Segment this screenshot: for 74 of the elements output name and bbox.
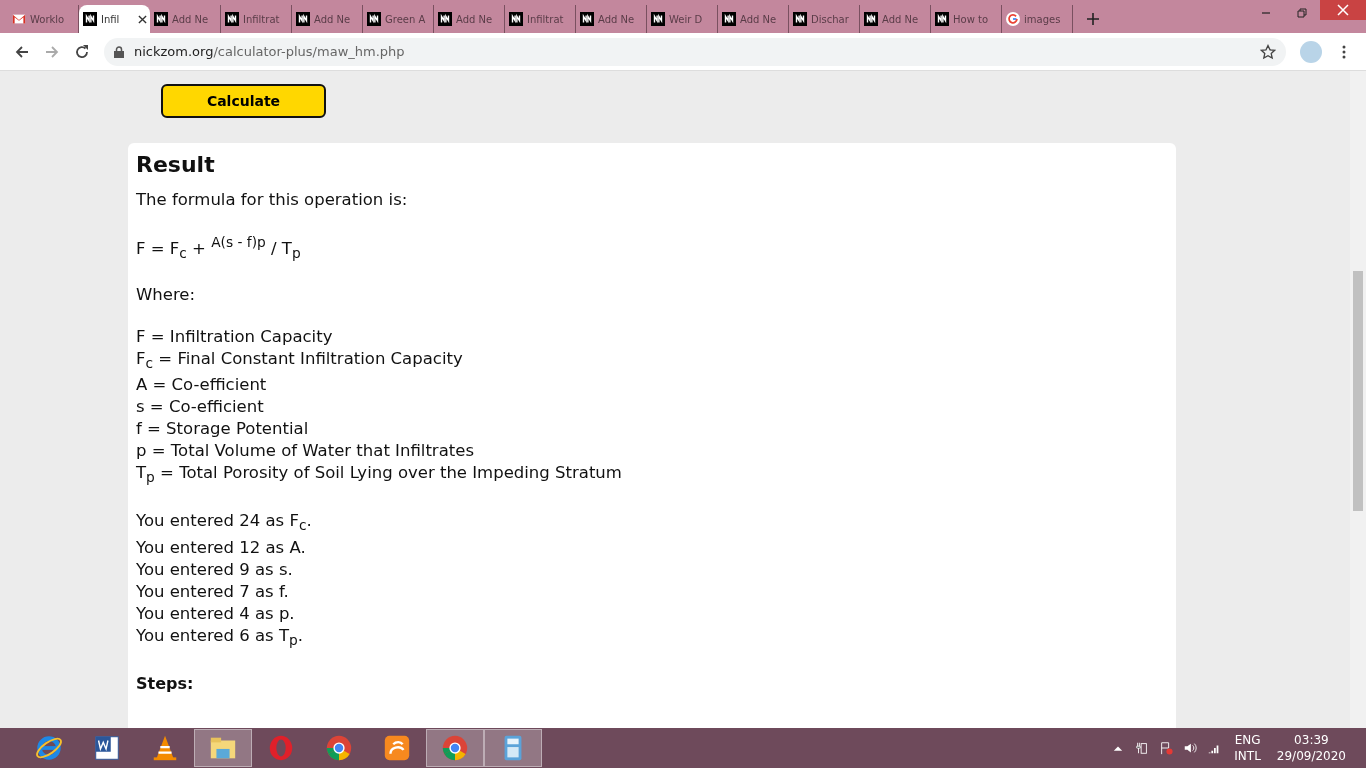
logo-icon — [580, 12, 594, 26]
tab-title: How to — [953, 13, 990, 25]
entered-value-line: You entered 9 as s. — [136, 558, 294, 581]
definition-line: s = Co-efficient — [136, 396, 265, 419]
lock-icon — [114, 45, 124, 58]
new-tab-icon[interactable] — [1087, 13, 1099, 25]
definition-line: p = Total Volume of Water that Infiltrates — [136, 440, 475, 463]
circle-logo-icon — [440, 733, 470, 763]
tab-title: Add Ne — [598, 13, 636, 25]
close-window-button[interactable] — [1320, 0, 1366, 20]
tab-title: Worklo — [30, 13, 66, 25]
logo-icon — [83, 12, 97, 26]
logo-icon — [438, 12, 452, 26]
definition-line: f = Storage Potential — [136, 418, 310, 441]
logo-icon — [154, 12, 168, 26]
document-w-icon — [92, 733, 122, 763]
address-field[interactable]: nickzom.org/calculator-plus/maw_hm.php — [104, 37, 1286, 66]
tab-title: Add Ne — [456, 13, 494, 25]
tab-title: Infiltrat — [527, 13, 565, 25]
tab-title: Add Ne — [740, 13, 778, 25]
entered-value-line: You entered 12 as A. — [136, 536, 307, 559]
definition-line: F$_{c}$ = Final Constant Infiltration Capacity — [136, 347, 464, 374]
logo-icon — [367, 12, 381, 26]
entered-value-line: You entered 6 as T$_{p}$. — [136, 624, 304, 650]
url-text: nickzom.org/calculator-plus/maw_hm.php — [134, 44, 405, 59]
clock-time[interactable]: 03:39 — [1294, 732, 1329, 748]
logo-icon — [935, 12, 949, 26]
logo-icon — [225, 12, 239, 26]
where-label: Where: — [136, 283, 197, 306]
entered-value-line: You entered 4 as p. — [136, 602, 296, 625]
logo-icon — [509, 12, 523, 26]
tab-title: Add Ne — [172, 13, 210, 25]
formula: F = F$_{c}$ + $^{A(s - f)p}$ / T$_{p}$ — [136, 233, 302, 263]
speaker-icon[interactable] — [1183, 741, 1198, 755]
keyboard-layout[interactable]: INTL — [1234, 748, 1261, 764]
tab-title: Dischar — [811, 13, 850, 25]
language-indicator[interactable]: ENG — [1234, 732, 1261, 748]
star-icon[interactable] — [1260, 43, 1276, 60]
definition-line: T$_{p}$ = Total Porosity of Soil Lying over the Impeding Stratum — [136, 462, 623, 488]
flag-icon[interactable] — [1159, 741, 1174, 755]
reload-icon[interactable] — [74, 43, 90, 60]
logo-icon — [793, 12, 807, 26]
tab-title: Green A — [385, 13, 427, 25]
steps-heading: Steps: — [136, 673, 195, 695]
battery-icon[interactable] — [1135, 741, 1150, 755]
browser-tab[interactable]: Infil — [79, 5, 150, 33]
formula-intro: The formula for this operation is: — [136, 189, 409, 211]
tab-title: Add Ne — [314, 13, 352, 25]
logo-icon — [651, 12, 665, 26]
result-heading: Result — [136, 151, 216, 179]
logo-icon — [296, 12, 310, 26]
restore-icon[interactable] — [1296, 7, 1308, 19]
tab-title: Weir D — [669, 13, 704, 25]
logo-icon — [722, 12, 736, 26]
scrollbar[interactable] — [1350, 71, 1366, 728]
definition-line: F = Infiltration Capacity — [136, 325, 334, 348]
tab-title: Infiltrat — [243, 13, 281, 25]
logo-icon — [864, 12, 878, 26]
close-icon[interactable] — [138, 14, 147, 24]
tab-title: Add Ne — [882, 13, 920, 25]
mail-icon — [12, 12, 26, 26]
close-icon — [1337, 4, 1349, 16]
taskbar-app-button[interactable] — [484, 729, 542, 767]
browser-e-icon — [34, 733, 64, 763]
clock-date[interactable]: 29/09/2020 — [1276, 748, 1346, 764]
calculate-button[interactable]: Calculate — [161, 84, 326, 118]
tab-title: Infil — [101, 13, 121, 25]
tab-title: images — [1024, 13, 1062, 25]
definition-line: A = Co-efficient — [136, 374, 268, 397]
back-icon[interactable] — [14, 43, 30, 60]
entered-value-line: You entered 7 as f. — [136, 580, 290, 603]
google-icon — [1006, 12, 1020, 26]
circle-logo-icon — [324, 733, 354, 763]
entered-value-line: You entered 24 as F$_{c}$. — [136, 510, 313, 536]
